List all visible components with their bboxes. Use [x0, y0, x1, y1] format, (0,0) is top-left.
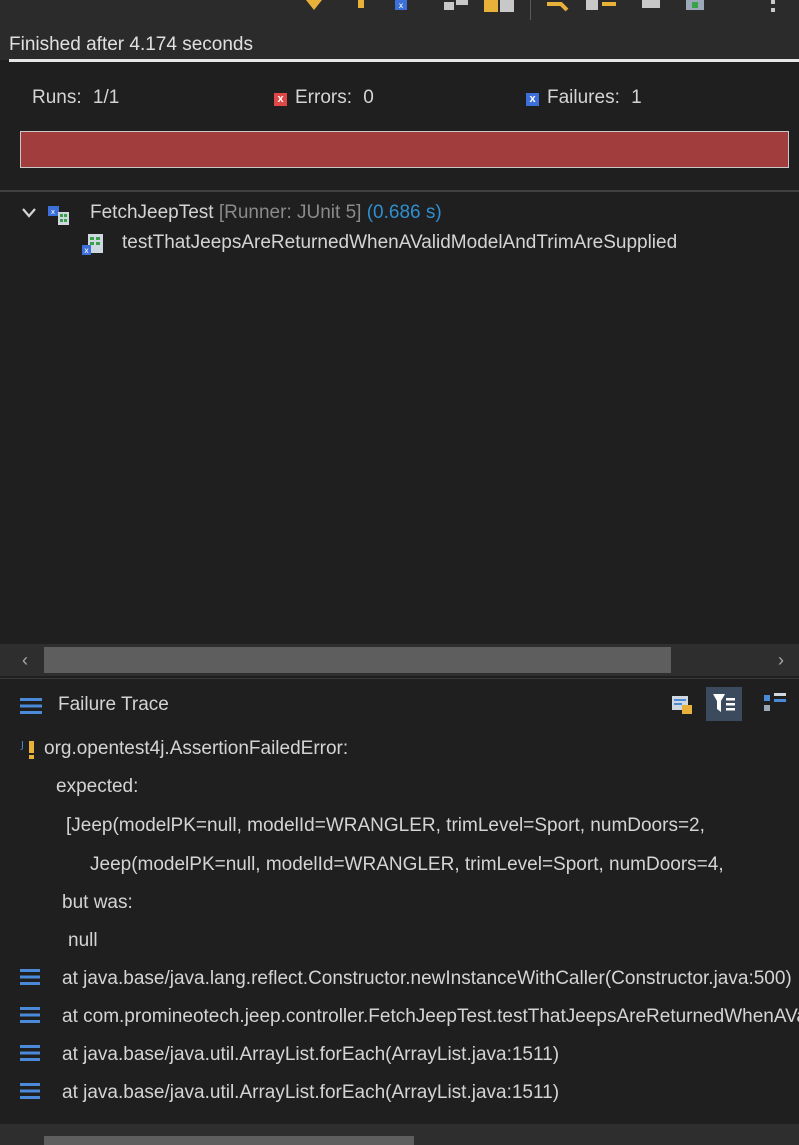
trace-line[interactable]: null: [68, 926, 98, 956]
exception-warning-icon: J: [20, 740, 34, 759]
next-failure-icon[interactable]: [302, 0, 326, 14]
run-counters: Runs: 1/1 x Errors: 0 x Failures: 1: [0, 62, 799, 190]
test-case-name: testThatJeepsAreReturnedWhenAValidModelA…: [122, 232, 678, 253]
errors-label: Errors:: [295, 87, 352, 108]
failures-label: Failures:: [547, 87, 620, 108]
layout-icon[interactable]: [684, 0, 708, 14]
failure-trace-title: Failure Trace: [58, 694, 169, 715]
suite-name: FetchJeepTest: [90, 202, 214, 223]
scrollbar-thumb[interactable]: [44, 1136, 414, 1145]
test-case-row[interactable]: testThatJeepsAreReturnedWhenAValidModelA…: [122, 228, 677, 258]
previous-failure-icon[interactable]: [352, 0, 370, 14]
trace-line[interactable]: but was:: [62, 888, 133, 918]
test-suite-row[interactable]: FetchJeepTest [Runner: JUnit 5] (0.686 s…: [90, 198, 442, 228]
failures-value: 1: [631, 87, 642, 108]
view-menu-icon[interactable]: [768, 0, 778, 14]
list-icon: [20, 698, 42, 714]
scrollbar-thumb[interactable]: [44, 647, 671, 673]
stack-frame-line[interactable]: at java.base/java.util.ArrayList.forEach…: [62, 1078, 559, 1108]
filter-stack-icon: [713, 694, 735, 712]
error-icon: x: [274, 93, 287, 106]
stack-frame-line[interactable]: at java.base/java.util.ArrayList.forEach…: [62, 1040, 559, 1070]
runs-counter: Runs: 1/1: [32, 87, 119, 109]
suite-runner: [Runner: JUnit 5]: [218, 202, 362, 223]
filter-stack-button[interactable]: [706, 687, 742, 721]
stack-frame-icon: [20, 1007, 40, 1023]
scroll-left-icon[interactable]: ‹: [14, 648, 36, 672]
runs-value: 1/1: [92, 87, 120, 108]
trace-line[interactable]: expected:: [56, 772, 138, 802]
stack-frame-icon: [20, 1083, 40, 1099]
stack-frame-icon: [20, 1045, 40, 1061]
junit-suite-icon: x: [48, 206, 69, 225]
show-failures-only-icon[interactable]: x: [392, 0, 410, 14]
stop-icon[interactable]: [640, 0, 662, 14]
compare-results-icon[interactable]: [670, 693, 694, 717]
run-status: Finished after 4.174 seconds: [0, 30, 799, 60]
progress-bar-fill: [21, 132, 788, 167]
rerun-failed-first-icon[interactable]: [586, 0, 620, 14]
svg-text:J: J: [20, 740, 24, 751]
trace-exception-line[interactable]: org.opentest4j.AssertionFailedError:: [44, 734, 348, 764]
scroll-lock-icon[interactable]: [442, 0, 472, 14]
errors-counter: x Errors: 0: [274, 87, 374, 109]
view-toolbar: x: [0, 0, 799, 30]
stack-frame-line[interactable]: at java.base/java.lang.reflect.Construct…: [62, 964, 792, 994]
scroll-right-icon[interactable]: ›: [770, 648, 792, 672]
copy-trace-icon[interactable]: [762, 691, 788, 715]
rerun-icon[interactable]: [545, 0, 575, 14]
toolbar-separator: [530, 0, 531, 20]
errors-value: 0: [363, 87, 374, 108]
test-progress-bar: [20, 131, 789, 168]
runs-label: Runs:: [32, 87, 82, 108]
suite-time: (0.686 s): [366, 202, 442, 223]
failure-trace-header: Failure Trace: [0, 678, 799, 734]
failure-trace-list[interactable]: J org.opentest4j.AssertionFailedError: e…: [0, 734, 799, 1124]
chevron-down-icon[interactable]: [22, 208, 36, 218]
failure-icon: x: [526, 93, 539, 106]
stack-frame-icon: [20, 969, 40, 985]
trace-line[interactable]: [Jeep(modelPK=null, modelId=WRANGLER, tr…: [66, 811, 705, 841]
svg-text:x: x: [399, 1, 404, 10]
stack-frame-line[interactable]: at com.promineotech.jeep.controller.Fetc…: [62, 1002, 799, 1032]
svg-text:x: x: [51, 208, 55, 216]
trace-line[interactable]: Jeep(modelPK=null, modelId=WRANGLER, tri…: [90, 850, 724, 880]
test-tree[interactable]: x FetchJeepTest [Runner: JUnit 5] (0.686…: [0, 192, 799, 644]
svg-text:x: x: [84, 246, 89, 255]
junit-test-failed-icon: x: [82, 234, 103, 255]
tree-horizontal-scrollbar[interactable]: ‹ ›: [0, 644, 799, 676]
failures-counter: x Failures: 1: [526, 87, 642, 109]
test-history-icon[interactable]: [484, 0, 516, 14]
trace-horizontal-scrollbar[interactable]: [0, 1124, 799, 1145]
